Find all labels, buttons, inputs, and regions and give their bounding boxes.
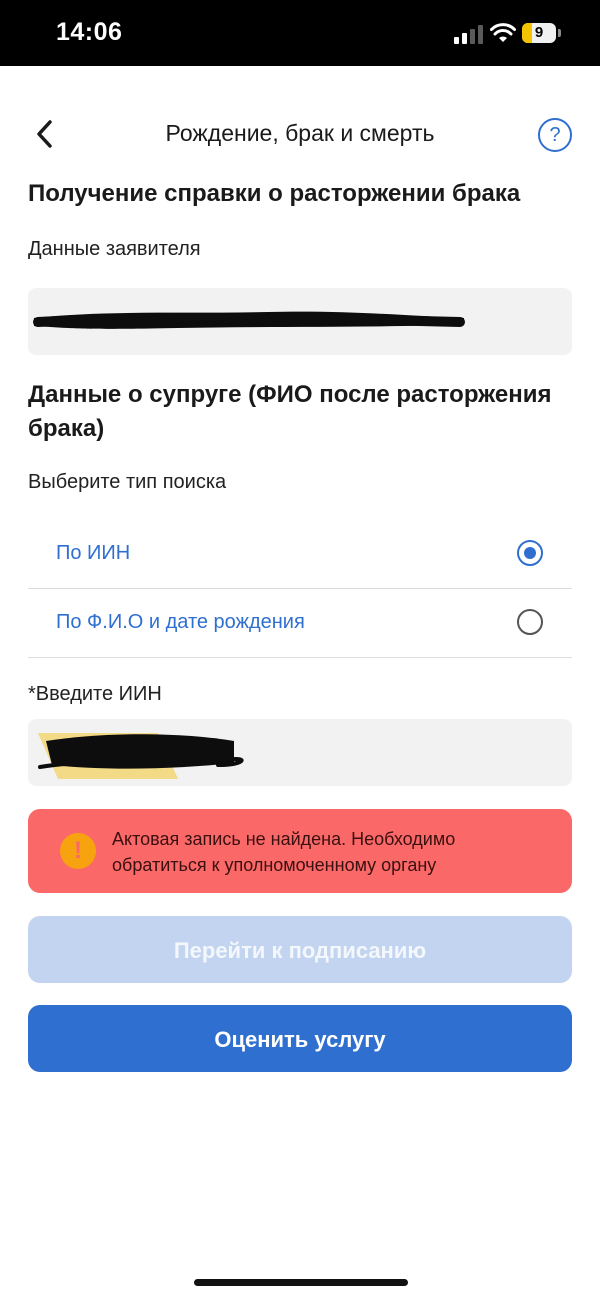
search-option-label: По ИИН xyxy=(56,542,131,564)
search-option-label: По Ф.И.О и дате рождения xyxy=(56,611,305,633)
radio-unselected-icon[interactable] xyxy=(517,609,543,635)
iin-input[interactable] xyxy=(28,719,572,786)
iin-label: *Введите ИИН xyxy=(28,683,162,705)
search-type-label: Выберите тип поиска xyxy=(28,471,227,493)
alert-message: Актовая запись не найдена. Необходимо об… xyxy=(112,829,456,875)
nav-title: Рождение, брак и смерть xyxy=(165,120,435,146)
help-button[interactable]: ? xyxy=(538,118,572,152)
home-indicator[interactable] xyxy=(194,1279,408,1286)
error-alert: ! Актовая запись не найдена. Необходимо … xyxy=(28,809,572,893)
battery-icon: 9 xyxy=(522,23,556,43)
status-time: 14:06 xyxy=(56,18,123,46)
exclamation-icon: ! xyxy=(60,833,96,869)
battery-level: 9 xyxy=(534,24,544,41)
nav-header: Рождение, брак и смерть ? xyxy=(0,100,600,170)
spouse-section-title: Данные о супруге (ФИО после расторжения … xyxy=(28,381,552,442)
applicant-field xyxy=(28,288,572,355)
sign-button[interactable]: Перейти к подписанию xyxy=(28,916,572,983)
rate-service-button[interactable]: Оценить услугу xyxy=(28,1005,572,1072)
redaction-scribble xyxy=(33,311,465,329)
help-question-icon: ? xyxy=(549,124,561,146)
cellular-signal-icon xyxy=(454,25,483,44)
redaction-scribble xyxy=(38,733,244,779)
status-bar: 14:06 9 xyxy=(0,0,600,66)
wifi-icon xyxy=(490,23,516,42)
applicant-label: Данные заявителя xyxy=(28,238,201,260)
page-title: Получение справки о расторжении брака xyxy=(28,180,521,207)
search-option-name-birthdate[interactable]: По Ф.И.О и дате рождения xyxy=(28,589,572,658)
search-option-iin[interactable]: По ИИН xyxy=(28,520,572,589)
radio-selected-icon[interactable] xyxy=(517,540,543,566)
